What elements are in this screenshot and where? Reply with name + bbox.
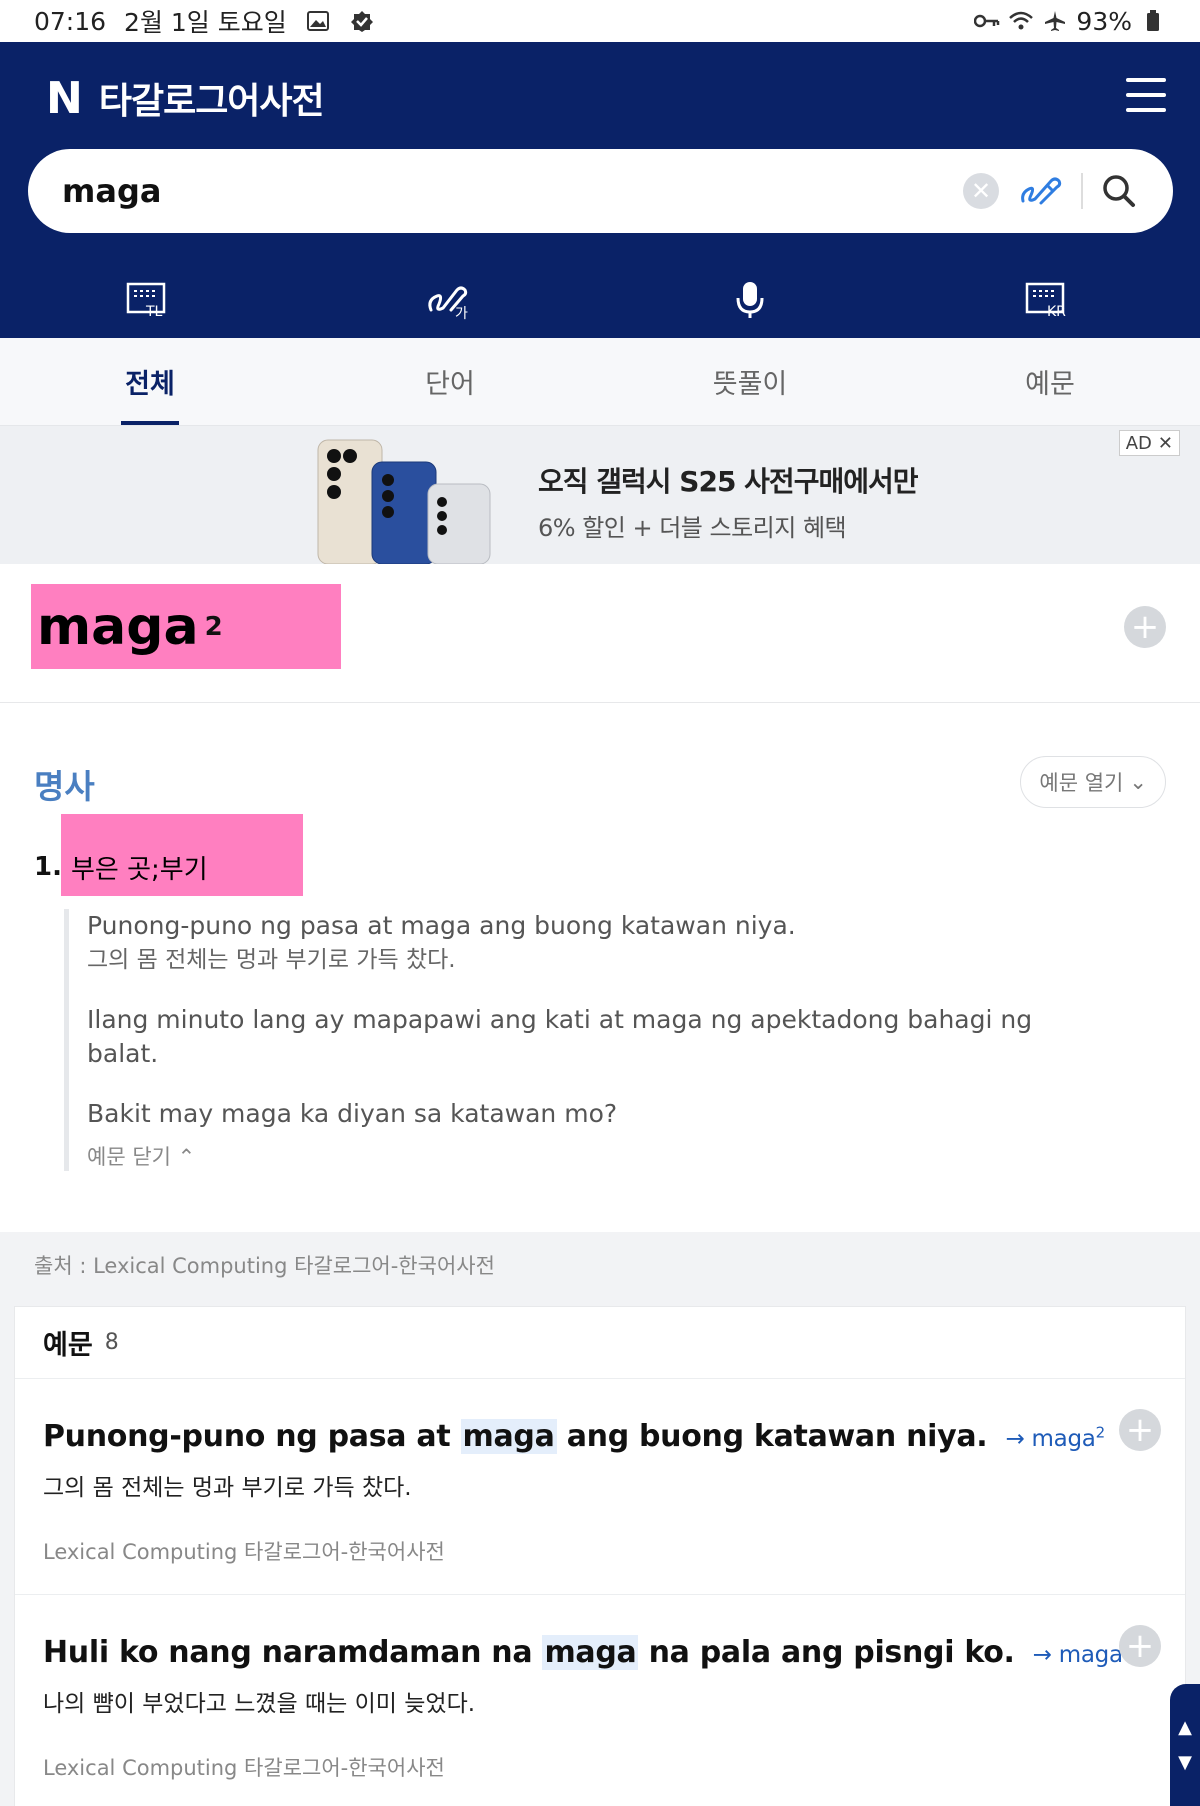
example-source: Lexical Computing 타갈로그어-한국어사전 (43, 1756, 445, 1780)
wifi-icon (1008, 9, 1034, 33)
gallery-icon (305, 9, 331, 33)
handwriting-icon[interactable] (1019, 171, 1063, 211)
search-input[interactable] (62, 172, 963, 210)
app-title: 타갈로그어사전 (98, 81, 325, 122)
airplane-icon (1042, 9, 1068, 33)
battery-percent: 93% (1076, 6, 1132, 36)
menu-icon[interactable] (1126, 78, 1166, 112)
search-separator (1081, 173, 1083, 209)
input-tools: TL 가 KR (0, 262, 1200, 338)
chevron-up-icon: ⌃ (177, 1145, 196, 1169)
status-date: 2월 1일 토요일 (124, 8, 287, 37)
entry-card: maga 2 + 명사 예문 열기 ⌄ 부은 곳;부기 1. Punong-pu… (0, 564, 1200, 1232)
close-examples-button[interactable]: 예문 닫기 ⌃ (87, 1141, 1064, 1171)
ad-banner[interactable]: 오직 갤럭시 S25 사전구매에서만 6% 할인 + 더블 스토리지 혜택 AD… (0, 426, 1200, 564)
example-translation: 나의 뺨이 부었다고 느꼈을 때는 이미 늦었다. (43, 1691, 476, 1717)
examples-header: 예문 8 (15, 1307, 1185, 1379)
example-item: Punong-puno ng pasa at maga ang buong ka… (15, 1379, 1185, 1595)
example-sentence: Huli ko nang naramdaman na maga na pala … (43, 1635, 1157, 1670)
headword-link[interactable]: → maga1 (1033, 1639, 1133, 1668)
sense-meaning: 부은 곳;부기 (61, 814, 303, 896)
tab-examples[interactable]: 예문 (900, 338, 1200, 425)
ad-title: 오직 갤럭시 S25 사전구매에서만 (538, 465, 918, 498)
brand[interactable]: N 타갈로그어사전 (46, 72, 325, 124)
open-examples-button[interactable]: 예문 열기 ⌄ (1020, 756, 1166, 808)
example-tl: Bakit may maga ka diyan sa katawan mo? (87, 1099, 618, 1128)
example-tl: Ilang minuto lang ay mapapawi ang kati a… (87, 1005, 1033, 1068)
example-sentence: Punong-puno ng pasa at maga ang buong ka… (43, 1419, 1106, 1454)
source-credit: 출처 : Lexical Computing 타갈로그어-한국어사전 (34, 1254, 495, 1278)
divider (0, 702, 1200, 703)
close-examples-label: 예문 닫기 (87, 1145, 171, 1169)
add-wordbook-button[interactable]: + (1124, 606, 1166, 648)
part-of-speech: 명사 (34, 767, 95, 806)
entry-headword: maga 2 (31, 584, 341, 669)
status-bar: 07:16 2월 1일 토요일 93% (0, 0, 1200, 42)
tab-all[interactable]: 전체 (0, 338, 300, 425)
add-example-button[interactable]: + (1119, 1409, 1161, 1451)
app-header: N 타갈로그어사전 ✕ TL 가 KR (0, 42, 1200, 338)
handwriting-ko-icon[interactable]: 가 (300, 262, 600, 338)
chevron-down-icon: ⌄ (1129, 770, 1147, 794)
keyboard-kr-icon[interactable]: KR (900, 262, 1200, 338)
headword: maga (37, 596, 199, 657)
sense-examples: Punong-puno ng pasa at maga ang buong ka… (64, 909, 1064, 1171)
headword-superscript: 2 (204, 611, 223, 642)
result-tabs: 전체 단어 뜻풀이 예문 (0, 338, 1200, 426)
example-item: Huli ko nang naramdaman na maga na pala … (15, 1595, 1185, 1806)
phones-image (317, 439, 491, 564)
sense-number: 1. (34, 852, 62, 882)
battery-icon (1140, 9, 1166, 33)
open-examples-label: 예문 열기 (1039, 771, 1124, 795)
add-example-button[interactable]: + (1119, 1625, 1161, 1667)
example-tl: Punong-puno ng pasa at maga ang buong ka… (87, 911, 796, 940)
ad-badge[interactable]: AD ✕ (1118, 430, 1180, 456)
examples-section: 예문 8 Punong-puno ng pasa at maga ang buo… (14, 1306, 1186, 1806)
example-translation: 그의 몸 전체는 멍과 부기로 가득 찼다. (43, 1475, 412, 1501)
example-ko: 그의 몸 전체는 멍과 부기로 가득 찼다. (87, 947, 456, 973)
examples-count: 8 (104, 1330, 119, 1355)
ad-label: AD (1125, 432, 1152, 454)
svg-text:KR: KR (1047, 304, 1066, 318)
naver-logo: N (46, 72, 83, 124)
key-icon (974, 9, 1000, 33)
example-source: Lexical Computing 타갈로그어-한국어사전 (43, 1540, 445, 1564)
status-time: 07:16 (34, 6, 107, 36)
ad-subtitle: 6% 할인 + 더블 스토리지 혜택 (538, 514, 847, 542)
examples-title: 예문 (43, 1330, 93, 1361)
tab-meanings[interactable]: 뜻풀이 (600, 338, 900, 425)
ad-close-icon[interactable]: ✕ (1158, 433, 1173, 454)
headword-link[interactable]: → maga2 (1006, 1423, 1106, 1452)
svg-text:TL: TL (145, 304, 163, 318)
ad-text: 오직 갤럭시 S25 사전구매에서만 6% 할인 + 더블 스토리지 혜택 (538, 460, 918, 543)
clear-icon[interactable]: ✕ (963, 173, 999, 209)
keyboard-tl-icon[interactable]: TL (0, 262, 300, 338)
scroll-nav[interactable]: ▲ ▼ (1170, 1684, 1200, 1806)
scroll-down-icon[interactable]: ▼ (1178, 1752, 1192, 1773)
scroll-up-icon[interactable]: ▲ (1178, 1717, 1192, 1738)
example-highlight: maga (542, 1635, 639, 1670)
example-highlight: maga (460, 1419, 557, 1454)
verified-icon (349, 9, 375, 33)
search-icon[interactable] (1099, 171, 1139, 211)
mic-icon[interactable] (600, 262, 900, 338)
search-bar: ✕ (28, 149, 1173, 233)
tab-words[interactable]: 단어 (300, 338, 600, 425)
svg-text:가: 가 (455, 306, 468, 320)
